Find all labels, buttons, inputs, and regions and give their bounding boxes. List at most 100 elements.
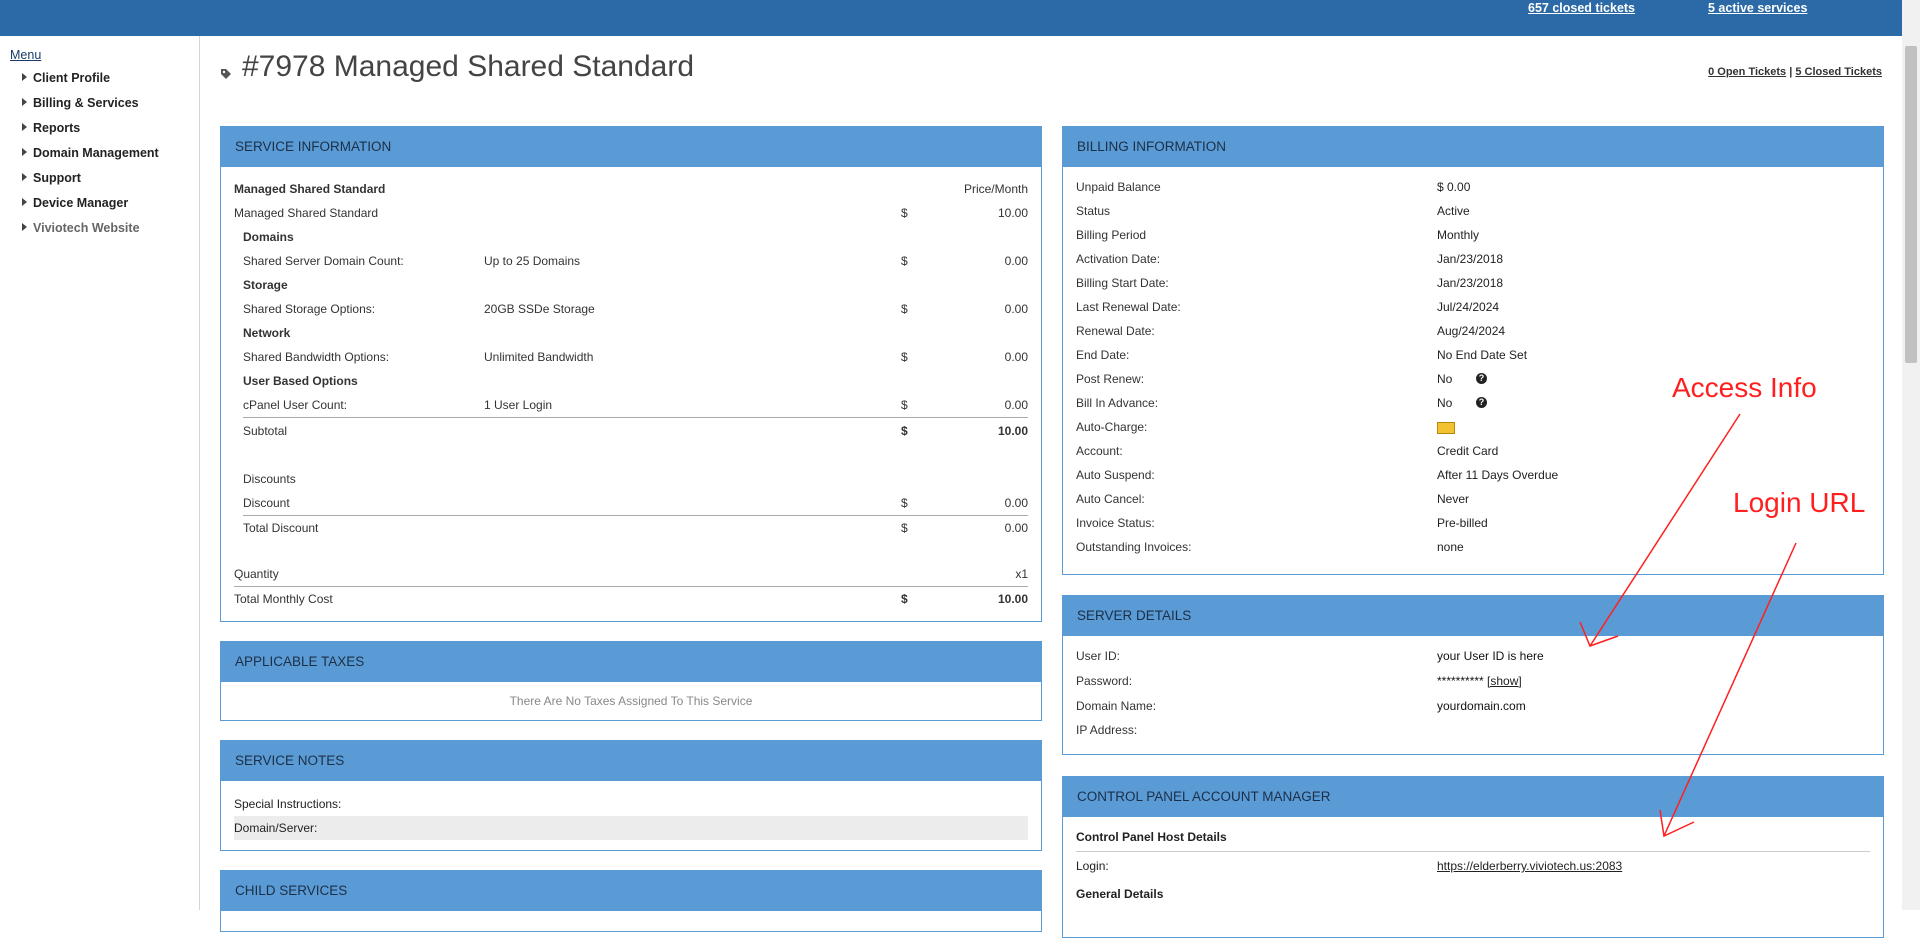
row-value: Monthly <box>1437 228 1480 242</box>
option-row: cPanel User Count: 1 User Login $ 0.00 <box>221 393 1041 417</box>
panel-header: SERVICE INFORMATION <box>221 127 1041 167</box>
sidebar-item-domain-management[interactable]: Domain Management <box>22 146 159 160</box>
service-notes-panel: SERVICE NOTES Special Instructions: Doma… <box>220 740 1042 851</box>
row-label: Activation Date: <box>1076 252 1161 266</box>
row-label: Domain Name: <box>1076 699 1157 713</box>
expand-triangle-icon <box>22 223 27 231</box>
plan-name: Managed Shared Standard <box>234 182 386 196</box>
row-value: Credit Card <box>1437 444 1499 458</box>
billing-row: Billing Start Date: Jan/23/2018 <box>1063 271 1883 295</box>
option-row: Shared Storage Options: 20GB SSDe Storag… <box>221 297 1041 321</box>
row-currency: $ <box>901 302 908 316</box>
panel-header: CONTROL PANEL ACCOUNT MANAGER <box>1063 777 1883 817</box>
scrollbar-thumb[interactable] <box>1905 46 1917 363</box>
expand-triangle-icon <box>22 148 27 156</box>
row-amount: 0.00 <box>1004 521 1028 535</box>
domain-name-value: yourdomain.com <box>1437 699 1526 713</box>
row-amount: 0.00 <box>1004 350 1028 364</box>
row-value: Pre-billed <box>1437 516 1488 530</box>
row-label: Auto-Charge: <box>1076 420 1148 434</box>
option-row: Shared Server Domain Count: Up to 25 Dom… <box>221 249 1041 273</box>
divider <box>243 417 1028 418</box>
row-label: Unpaid Balance <box>1076 180 1161 194</box>
sidebar-item-viviotech-website[interactable]: Viviotech Website <box>22 221 140 235</box>
billing-row: Account: Credit Card <box>1063 439 1883 463</box>
row-currency: $ <box>901 521 908 535</box>
special-instructions-row: Special Instructions: <box>221 792 1041 816</box>
row-label: Login: <box>1076 859 1109 873</box>
panel-header: SERVICE NOTES <box>221 741 1041 781</box>
group-title-row: Storage <box>221 273 1041 297</box>
sidebar-item-support[interactable]: Support <box>22 171 81 185</box>
row-label: Billing Start Date: <box>1076 276 1169 290</box>
password-row: Password: ********** [show] <box>1063 669 1883 693</box>
expand-triangle-icon <box>22 173 27 181</box>
sidebar-item-label: Device Manager <box>33 196 129 210</box>
total-discount-row: Total Discount $ 0.00 <box>221 516 1041 540</box>
help-icon[interactable]: ? <box>1476 373 1487 384</box>
closed-tickets-link[interactable]: 657 closed tickets <box>1528 1 1635 15</box>
menu-title[interactable]: Menu <box>10 48 41 62</box>
page-title: #7978 Managed Shared Standard <box>242 50 695 83</box>
row-label: Billing Period <box>1076 228 1147 242</box>
sidebar-item-label: Domain Management <box>33 146 159 160</box>
general-details-heading: General Details <box>1076 887 1164 901</box>
billing-row: End Date: No End Date Set <box>1063 343 1883 367</box>
row-value: No <box>1437 372 1453 386</box>
group-title: Storage <box>243 278 288 292</box>
closed-tickets-page-link[interactable]: 5 Closed Tickets <box>1795 66 1882 78</box>
sidebar-item-client-profile[interactable]: Client Profile <box>22 71 110 85</box>
row-label: User ID: <box>1076 649 1121 663</box>
sidebar-item-device-manager[interactable]: Device Manager <box>22 196 128 210</box>
row-label: Managed Shared Standard <box>234 206 379 220</box>
divider <box>1076 851 1870 852</box>
row-value: Jan/23/2018 <box>1437 252 1504 266</box>
row-label: Password: <box>1076 674 1133 688</box>
billing-row: Activation Date: Jan/23/2018 <box>1063 247 1883 271</box>
sidebar-item-reports[interactable]: Reports <box>22 121 80 135</box>
total-row: Total Monthly Cost $ 10.00 <box>221 587 1041 611</box>
row-value: $ 0.00 <box>1437 180 1471 194</box>
row-amount: 10.00 <box>997 206 1028 220</box>
row-label: Status <box>1076 204 1111 218</box>
sidebar-item-label: Reports <box>33 121 81 135</box>
ip-address-row: IP Address: <box>1063 718 1883 742</box>
access-info-annotation: Access Info <box>1672 372 1817 403</box>
row-value: Jul/24/2024 <box>1437 300 1500 314</box>
row-currency: $ <box>901 350 908 364</box>
discounts-title-row: Discounts <box>221 467 1041 491</box>
panel-header: BILLING INFORMATION <box>1063 127 1883 167</box>
row-label: Subtotal <box>243 424 288 438</box>
row-value: Unlimited Bandwidth <box>484 350 594 364</box>
row-amount: 0.00 <box>1004 398 1028 412</box>
open-tickets-link[interactable]: 0 Open Tickets <box>1708 66 1786 78</box>
top-bar: 657 closed tickets 5 active services <box>0 0 1902 36</box>
ticket-separator: | <box>1789 66 1793 78</box>
row-amount: 0.00 <box>1004 302 1028 316</box>
page-scrollbar[interactable] <box>1902 0 1920 910</box>
login-url-link[interactable]: https://elderberry.viviotech.us:2083 <box>1437 854 1622 878</box>
help-icon[interactable]: ? <box>1476 397 1487 408</box>
row-currency: $ <box>901 592 908 606</box>
billing-row: Renewal Date: Aug/24/2024 <box>1063 319 1883 343</box>
row-value: After 11 Days Overdue <box>1437 468 1559 482</box>
discount-row: Discount $ 0.00 <box>221 491 1041 515</box>
host-details-heading-row: Control Panel Host Details <box>1063 825 1883 849</box>
sidebar-item-label: Billing & Services <box>33 96 139 110</box>
row-label: Shared Server Domain Count: <box>243 254 404 268</box>
row-label: Special Instructions: <box>234 797 342 811</box>
row-label: Bill In Advance: <box>1076 396 1159 410</box>
row-value: Active <box>1437 204 1470 218</box>
child-services-panel: CHILD SERVICES <box>220 870 1042 932</box>
row-label: Domain/Server: <box>234 821 318 835</box>
row-value: No <box>1437 396 1453 410</box>
group-title-row: User Based Options <box>221 369 1041 393</box>
row-value: Aug/24/2024 <box>1437 324 1506 338</box>
row-label: End Date: <box>1076 348 1130 362</box>
server-details-panel: SERVER DETAILS User ID: your User ID is … <box>1062 595 1884 755</box>
sidebar-item-billing-services[interactable]: Billing & Services <box>22 96 139 110</box>
row-amount: 0.00 <box>1004 254 1028 268</box>
service-information-panel: SERVICE INFORMATION Managed Shared Stand… <box>220 126 1042 622</box>
show-password-link[interactable]: [show] <box>1487 674 1522 688</box>
active-services-link[interactable]: 5 active services <box>1708 1 1807 15</box>
